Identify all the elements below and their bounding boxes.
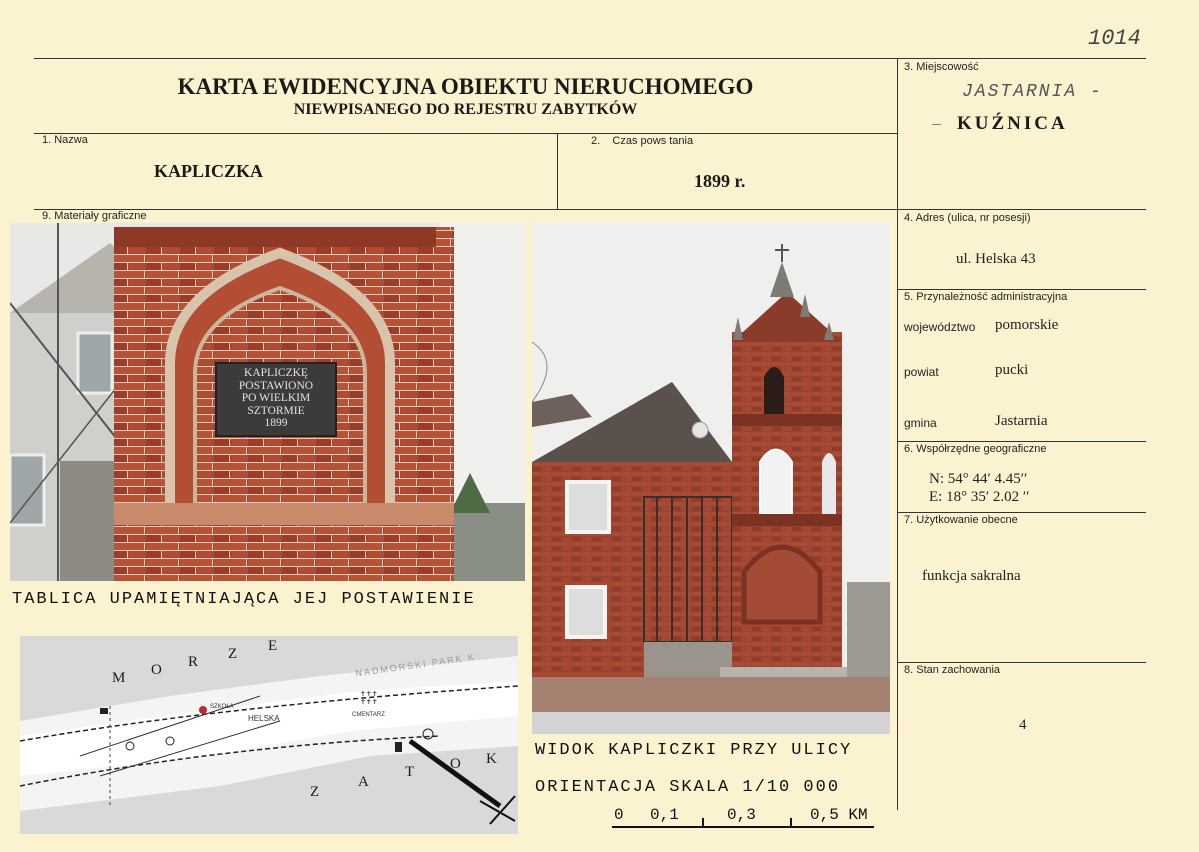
- map-sea-r: R: [188, 654, 199, 670]
- admin-value-gmina: Jastarnia: [995, 413, 1048, 429]
- photo-plaque: KAPLICZKĘ POSTAWIONO PO WIELKIM SZTORMIE…: [10, 223, 525, 581]
- line-header-bottom: [34, 133, 897, 134]
- caption-orientation: ORIENTACJA SKALA 1/10 000: [535, 778, 841, 797]
- admin-key-wojewodztwo: województwo: [904, 320, 976, 334]
- label-wspolrzedne: 6. Współrzędne geograficzne: [904, 443, 1047, 455]
- map-sea-z: Z: [228, 646, 238, 662]
- plaque-line-2: POSTAWIONO: [238, 379, 314, 392]
- page-number: 1014: [1088, 26, 1141, 51]
- stan-value: 4: [1019, 717, 1027, 733]
- map-sea-m: M: [112, 670, 126, 686]
- divider-right-column: [897, 58, 898, 810]
- plaque-line-5: 1899: [264, 417, 288, 429]
- line-adres-bottom: [897, 289, 1146, 290]
- document-title: KARTA EWIDENCYJNA OBIEKTU NIERUCHOMEGO: [177, 74, 754, 99]
- caption-chapel: WIDOK KAPLICZKI PRZY ULICY: [535, 741, 853, 760]
- admin-value-wojewodztwo: pomorskie: [995, 317, 1059, 333]
- scale-divider-1: [702, 818, 704, 827]
- map-sea-o: O: [151, 662, 162, 678]
- map-bay-a: A: [358, 774, 369, 790]
- uzytkowanie-value: funkcja sakralna: [922, 568, 1021, 584]
- miejscowosc-dash: –: [932, 113, 941, 133]
- map-szkola: SZKOŁA: [210, 704, 234, 710]
- svg-text:✝✝✝: ✝✝✝: [360, 698, 378, 706]
- label-stan: 8. Stan zachowania: [904, 664, 1001, 676]
- line-geo-bottom: [897, 512, 1146, 513]
- plaque-text: KAPLICZKĘ POSTAWIONO PO WIELKIM SZTORMIE…: [216, 367, 336, 430]
- czas-value: 1899 r.: [694, 171, 746, 191]
- label-przynaleznosc: 5. Przynależność administracyjna: [904, 291, 1068, 303]
- line-use-bottom: [897, 662, 1146, 663]
- divider-name-time: [557, 133, 558, 210]
- plaque-line-3: PO WIELKIM: [241, 392, 311, 404]
- scale-tick-03: 0,3: [727, 806, 756, 824]
- map-street-helska: HELSKA: [248, 714, 280, 723]
- label-adres: 4. Adres (ulica, nr posesji): [904, 212, 1031, 224]
- map-image: ✝✝✝ ✝✝✝ M O R Z E Z A T O K NADMORSKI PA…: [20, 636, 518, 834]
- admin-key-gmina: gmina: [904, 416, 937, 430]
- plaque-line-1: KAPLICZKĘ: [244, 367, 308, 379]
- handwritten-jastarnia: JASTARNIA -: [962, 82, 1103, 102]
- scale-bar: [612, 826, 874, 828]
- label-czas: 2. Czas pows tania: [591, 135, 694, 147]
- map-bay-o: O: [450, 756, 461, 772]
- admin-key-powiat: powiat: [904, 365, 939, 379]
- geo-north: N: 54° 44′ 4.45′′: [929, 471, 1028, 487]
- top-border: [34, 58, 1146, 59]
- line-admin-bottom: [897, 441, 1146, 442]
- line-name-bottom: [34, 209, 1146, 210]
- svg-text:✝✝✝: ✝✝✝: [360, 690, 378, 698]
- photo-chapel: [532, 222, 890, 734]
- label-miejscowosc: 3. Miejscowość: [904, 61, 979, 73]
- label-materialy: 9. Materiały graficzne: [42, 210, 147, 222]
- caption-plaque: TABLICA UPAMIĘTNIAJĄCA JEJ POSTAWIENIE: [12, 590, 476, 609]
- label-nazwa: 1. Nazwa: [42, 134, 88, 146]
- geo-east: E: 18° 35′ 2.02 ′′: [929, 489, 1030, 505]
- photo-chapel-drawing: [532, 222, 890, 734]
- map-bay-k: K: [486, 751, 497, 767]
- map-sea-e: E: [268, 638, 278, 654]
- scale-tick-05: 0,5 KM: [810, 806, 868, 824]
- miejscowosc-value: KUŹNICA: [957, 113, 1068, 134]
- scale-divider-2: [790, 818, 792, 827]
- nazwa-value: KAPLICZKA: [154, 161, 264, 181]
- admin-value-powiat: pucki: [995, 362, 1029, 378]
- plaque-line-4: SZTORMIE: [247, 404, 305, 417]
- adres-value: ul. Helska 43: [956, 251, 1036, 267]
- map-cmentarz: CMENTARZ: [352, 712, 385, 718]
- scale-tick-0: 0: [614, 806, 624, 824]
- document-subtitle: NIEWPISANEGO DO REJESTRU ZABYTKÓW: [293, 101, 638, 118]
- scale-tick-01: 0,1: [650, 806, 679, 824]
- map-bay-z: Z: [310, 784, 320, 800]
- label-uzytkowanie: 7. Użytkowanie obecne: [904, 514, 1018, 526]
- map-bay-t: T: [405, 764, 415, 780]
